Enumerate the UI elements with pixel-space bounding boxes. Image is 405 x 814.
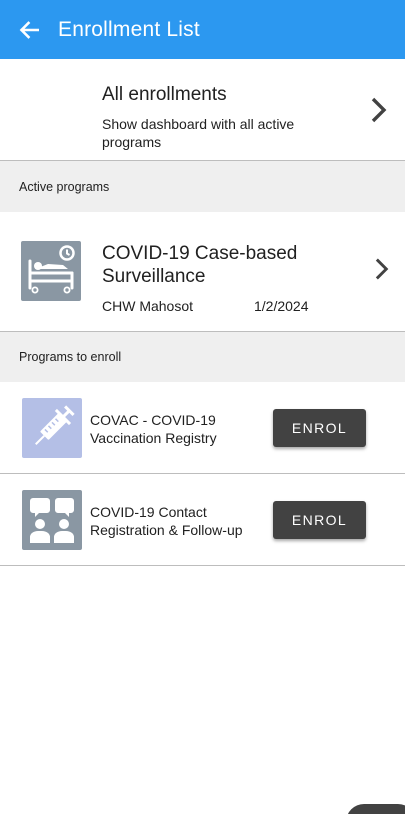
active-programs-header-label: Active programs — [19, 179, 110, 194]
program-icon — [22, 398, 82, 458]
app-bar: Enrollment List — [0, 0, 405, 59]
list-item: COVID-19 Contact Registration & Follow-u… — [0, 474, 405, 566]
program-name: COVID-19 Case-based Surveillance — [102, 243, 298, 287]
all-enrollments-subtitle: Show dashboard with all active programs — [102, 116, 295, 150]
program-name: COVAC - COVID-19 Vaccination Registry — [90, 412, 217, 446]
enrollment-date: 1/2/2024 — [254, 298, 309, 314]
syringe-icon — [35, 405, 75, 445]
active-programs-header: Active programs — [0, 161, 405, 212]
all-enrollments-title: All enrollments — [102, 84, 227, 105]
chevron-right-icon — [375, 258, 389, 280]
program-icon — [21, 241, 81, 301]
enrol-button[interactable]: ENROL — [273, 409, 366, 447]
people-talking-icon — [30, 498, 74, 543]
chevron-right-icon — [371, 97, 387, 123]
programs-to-enroll-header-label: Programs to enroll — [19, 350, 122, 364]
list-item: COVAC - COVID-19 Vaccination Registry EN… — [0, 382, 405, 474]
floating-action-button[interactable] — [346, 804, 405, 814]
enrol-button[interactable]: ENROL — [273, 501, 366, 539]
arrow-back-icon — [19, 20, 39, 39]
program-name: COVID-19 Contact Registration & Follow-u… — [90, 504, 243, 538]
programs-to-enroll-header: Programs to enroll — [0, 332, 405, 382]
hospital-bed-icon — [28, 245, 75, 294]
active-program-card[interactable]: COVID-19 Case-based Surveillance CHW Mah… — [0, 212, 405, 332]
org-unit-label: CHW Mahosot — [102, 298, 194, 314]
program-icon — [22, 490, 82, 550]
page-title: Enrollment List — [58, 17, 200, 41]
back-button[interactable] — [0, 0, 58, 59]
all-enrollments-row[interactable]: All enrollments Show dashboard with all … — [0, 59, 405, 161]
